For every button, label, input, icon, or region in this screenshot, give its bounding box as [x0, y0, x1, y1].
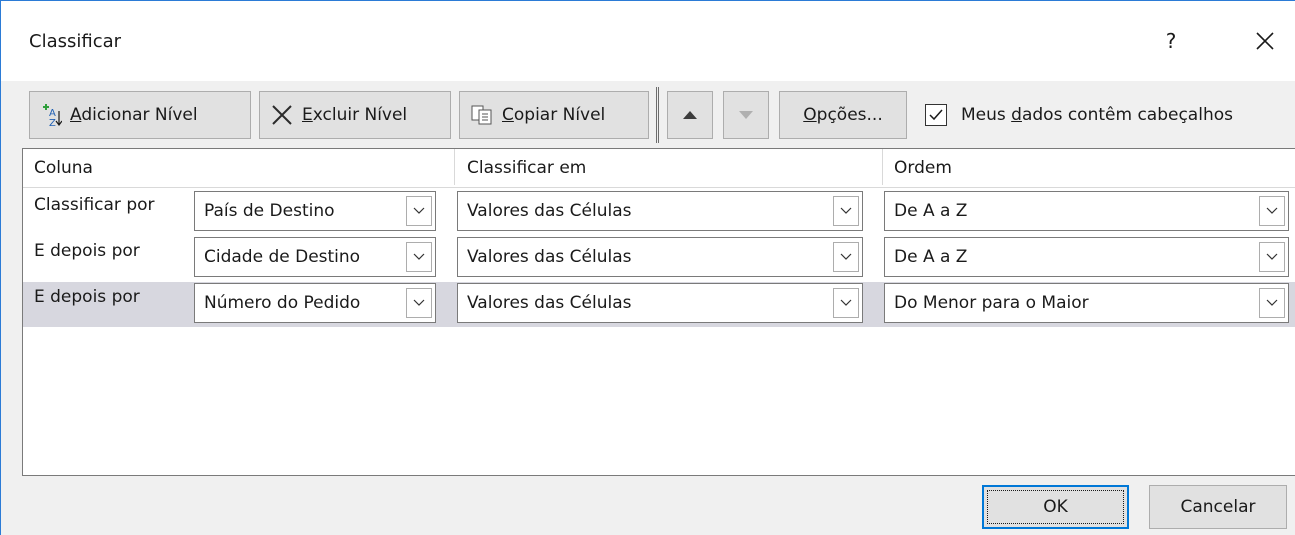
- column-select-value: Cidade de Destino: [204, 247, 361, 267]
- dropdown-button[interactable]: [833, 196, 859, 226]
- toolbar-separator: [656, 87, 659, 143]
- copy-level-label: Copiar Nível: [502, 105, 606, 125]
- chevron-down-icon: [413, 253, 425, 260]
- dropdown-button[interactable]: [406, 288, 432, 318]
- dialog-title: Classificar: [29, 31, 122, 52]
- move-up-button[interactable]: [667, 91, 713, 139]
- ok-button[interactable]: OK: [982, 485, 1129, 529]
- level-label: E depois por: [34, 287, 140, 307]
- column-header-order: Ordem: [894, 158, 952, 178]
- order-select[interactable]: De A a Z: [884, 237, 1289, 277]
- order-select[interactable]: De A a Z: [884, 191, 1289, 231]
- dropdown-button[interactable]: [833, 288, 859, 318]
- header-divider: [23, 187, 1295, 188]
- column-select-value: País de Destino: [204, 201, 335, 221]
- svg-text:Z: Z: [49, 118, 56, 127]
- chevron-down-icon: [1266, 207, 1278, 214]
- title-bar: Classificar ?: [1, 1, 1295, 81]
- dropdown-button[interactable]: [1259, 242, 1285, 272]
- column-select[interactable]: Cidade de Destino: [194, 237, 436, 277]
- chevron-down-icon: [1266, 253, 1278, 260]
- delete-level-label: Excluir Nível: [302, 105, 408, 125]
- sort-on-select-value: Valores das Células: [467, 247, 632, 267]
- sort-on-select-value: Valores das Células: [467, 201, 632, 221]
- options-label: Opções...: [803, 105, 883, 125]
- column-header-column: Coluna: [34, 158, 93, 178]
- has-headers-checkbox[interactable]: Meus dados contêm cabeçalhos: [925, 95, 1233, 135]
- cancel-label: Cancelar: [1180, 497, 1256, 517]
- order-select-value: De A a Z: [894, 201, 968, 221]
- sort-dialog: Classificar ? A Z Adicionar Nível Exclui…: [0, 0, 1295, 535]
- copy-icon: [470, 104, 494, 126]
- move-down-button[interactable]: [723, 91, 769, 139]
- has-headers-label: Meus dados contêm cabeçalhos: [961, 105, 1233, 125]
- level-label: E depois por: [34, 241, 140, 261]
- focus-rectangle: [987, 490, 1124, 524]
- chevron-down-icon: [1266, 299, 1278, 306]
- column-select[interactable]: Número do Pedido: [194, 283, 436, 323]
- dropdown-button[interactable]: [1259, 288, 1285, 318]
- close-icon: [1256, 32, 1274, 50]
- chevron-down-icon: [840, 207, 852, 214]
- order-select[interactable]: Do Menor para o Maior: [884, 283, 1289, 323]
- x-delete-icon: [270, 104, 294, 126]
- add-level-label: Adicionar Nível: [70, 105, 198, 125]
- sort-on-select-value: Valores das Células: [467, 293, 632, 313]
- copy-level-button[interactable]: Copiar Nível: [459, 91, 649, 139]
- column-header-sort-on: Classificar em: [467, 158, 587, 178]
- chevron-down-icon: [840, 253, 852, 260]
- triangle-up-icon: [683, 111, 697, 119]
- chevron-down-icon: [413, 207, 425, 214]
- help-button[interactable]: ?: [1153, 23, 1189, 59]
- dropdown-button[interactable]: [833, 242, 859, 272]
- order-select-value: Do Menor para o Maior: [894, 293, 1089, 313]
- column-select[interactable]: País de Destino: [194, 191, 436, 231]
- order-select-value: De A a Z: [894, 247, 968, 267]
- checkmark-icon: [929, 109, 943, 121]
- column-select-value: Número do Pedido: [204, 293, 361, 313]
- sort-az-add-icon: A Z: [40, 103, 62, 127]
- sort-on-select[interactable]: Valores das Células: [457, 283, 863, 323]
- dropdown-button[interactable]: [406, 242, 432, 272]
- column-divider: [454, 149, 455, 185]
- delete-level-button[interactable]: Excluir Nível: [259, 91, 451, 139]
- chevron-down-icon: [413, 299, 425, 306]
- sort-on-select[interactable]: Valores das Células: [457, 237, 863, 277]
- triangle-down-icon: [739, 111, 753, 119]
- close-button[interactable]: [1247, 23, 1283, 59]
- dropdown-button[interactable]: [1259, 196, 1285, 226]
- options-button[interactable]: Opções...: [779, 91, 907, 139]
- dropdown-button[interactable]: [406, 196, 432, 226]
- checkbox-box[interactable]: [925, 104, 947, 126]
- chevron-down-icon: [840, 299, 852, 306]
- column-divider: [882, 149, 883, 185]
- add-level-button[interactable]: A Z Adicionar Nível: [29, 91, 251, 139]
- sort-on-select[interactable]: Valores das Células: [457, 191, 863, 231]
- cancel-button[interactable]: Cancelar: [1149, 485, 1287, 529]
- level-label: Classificar por: [34, 195, 155, 215]
